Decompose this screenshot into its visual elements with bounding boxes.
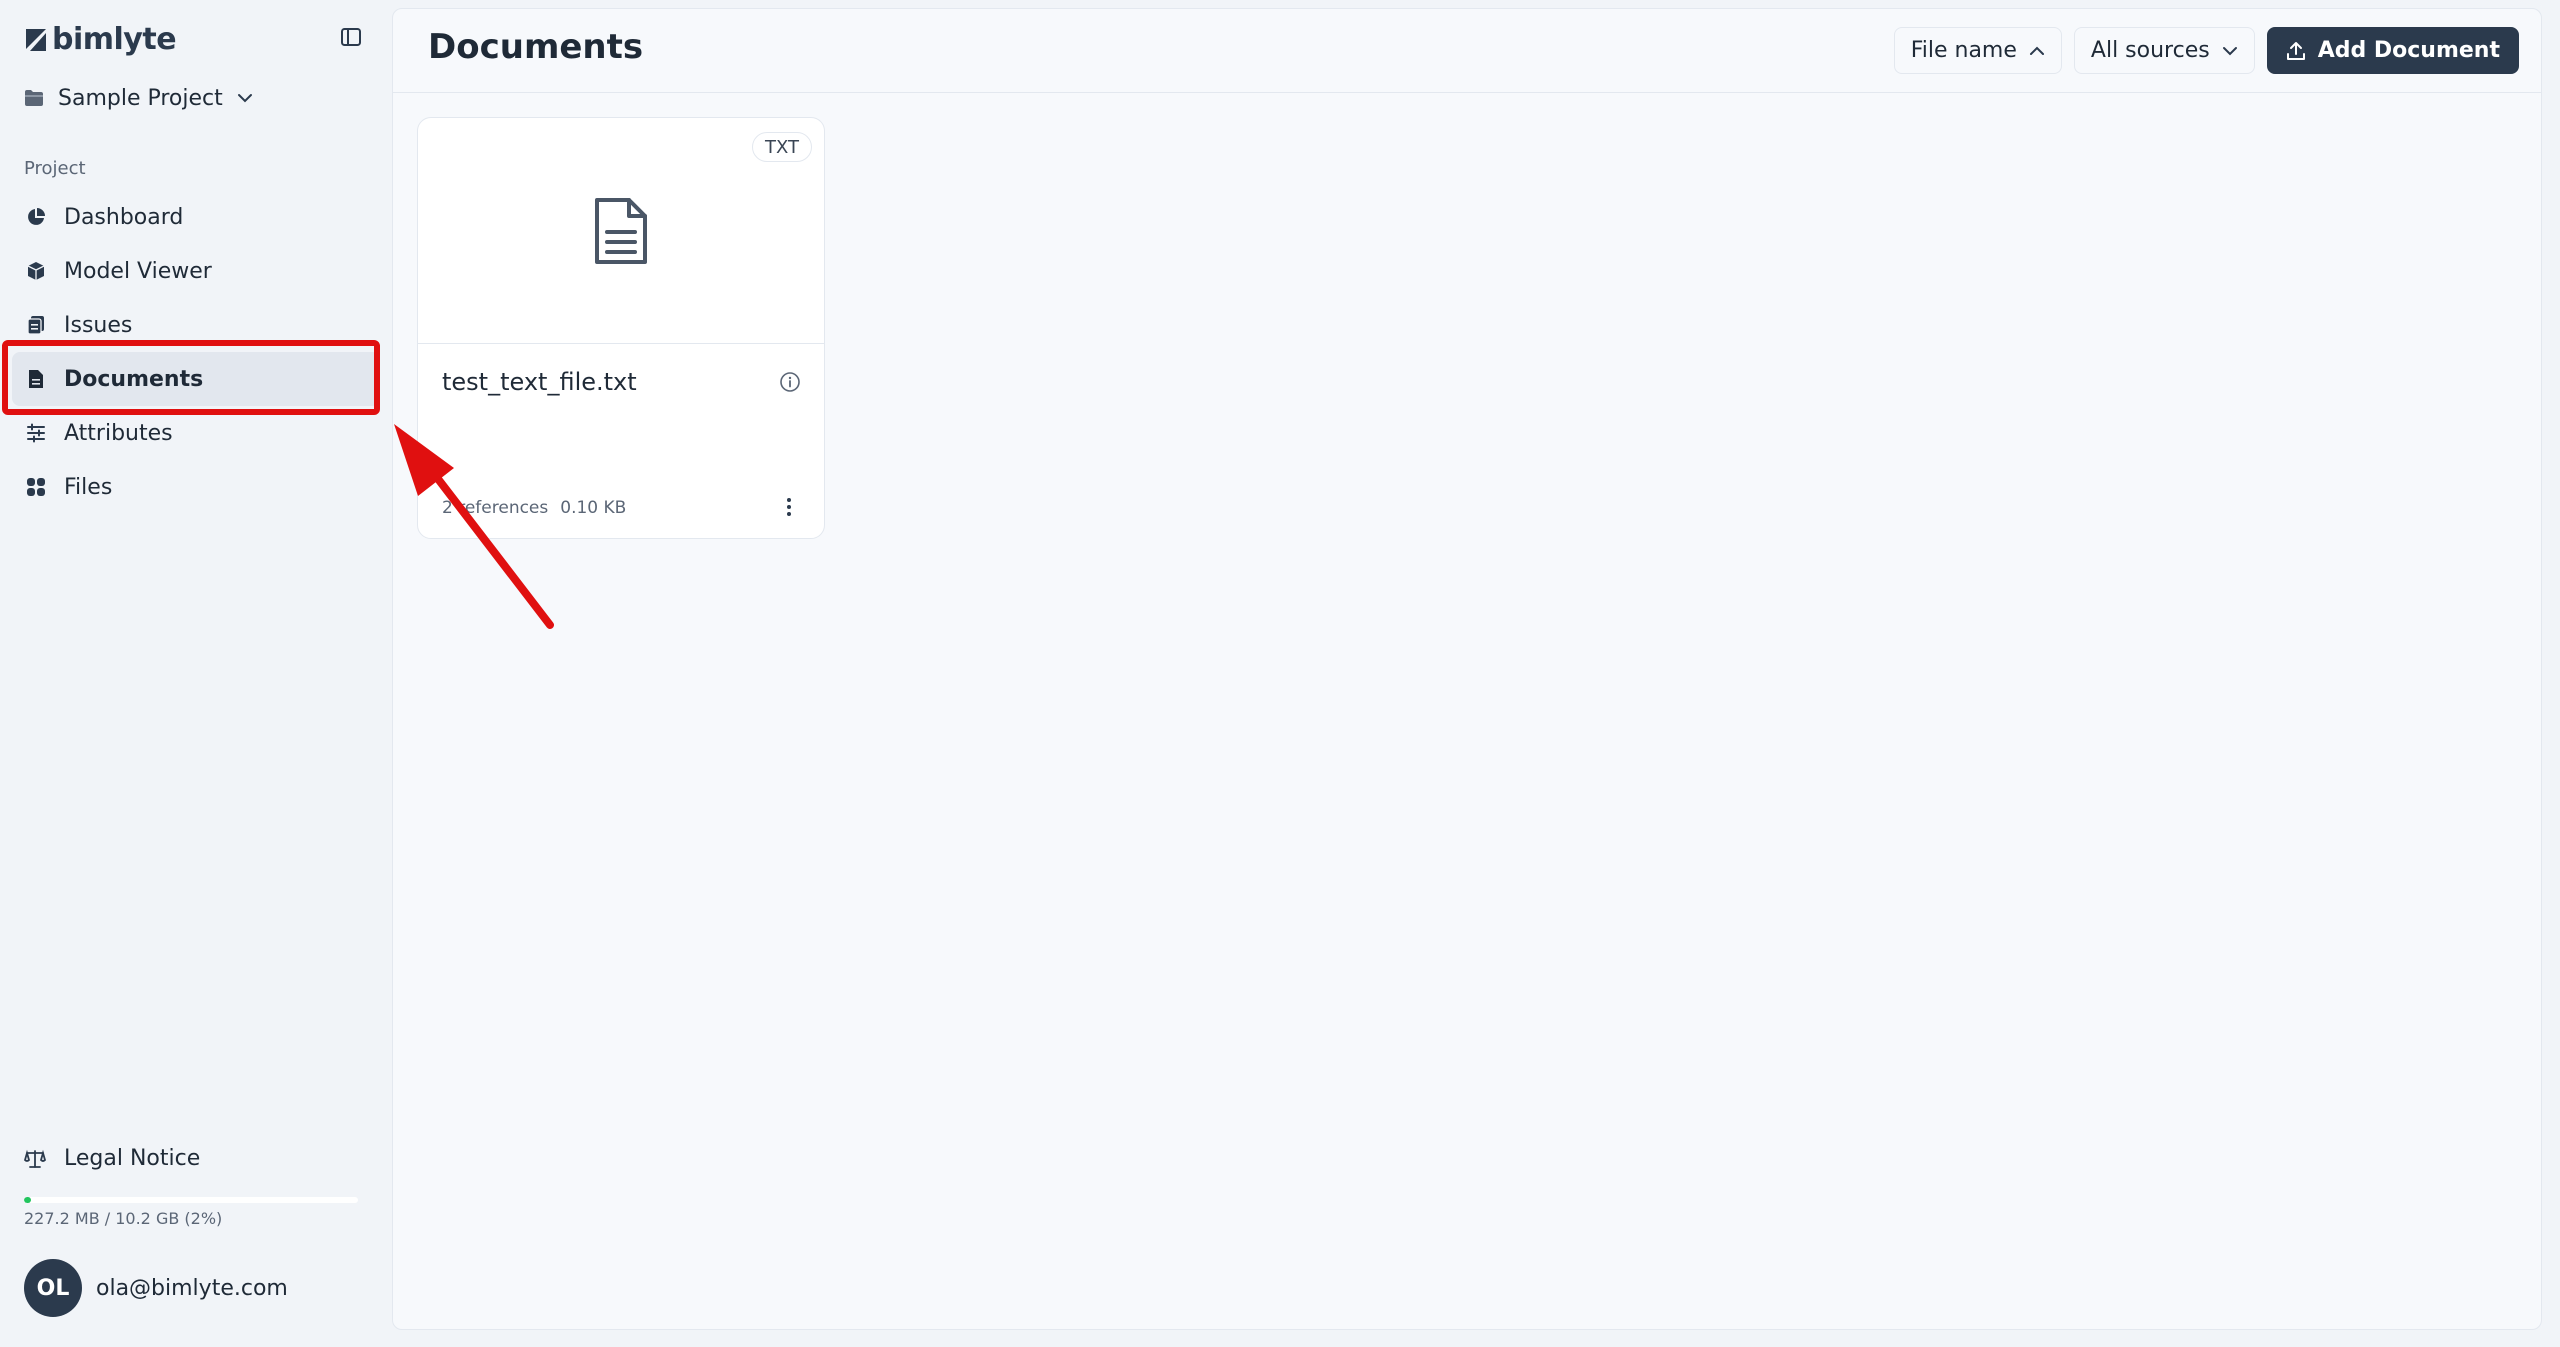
- pie-chart-icon: [26, 207, 46, 227]
- more-vertical-icon: [787, 498, 791, 516]
- bimlyte-logo-icon: [26, 28, 46, 51]
- document-name: test_text_file.txt: [442, 368, 637, 396]
- sort-by-button[interactable]: File name: [1893, 27, 2062, 74]
- project-selector[interactable]: Sample Project: [24, 80, 253, 116]
- sidebar-item-model-viewer[interactable]: Model Viewer: [12, 244, 380, 298]
- storage-usage-text: 227.2 MB / 10.2 GB (2%): [24, 1209, 223, 1228]
- document-meta: 2 references 0.10 KB: [442, 498, 626, 518]
- document-preview: TXT: [418, 118, 824, 344]
- app: bimlyte Sample Project Project Dashboard…: [0, 0, 2560, 1347]
- scale-icon: [24, 1149, 46, 1168]
- add-document-label: Add Document: [2317, 38, 2500, 63]
- sidebar: bimlyte Sample Project Project Dashboard…: [0, 0, 392, 1347]
- legal-notice-label: Legal Notice: [64, 1146, 201, 1171]
- sidebar-item-dashboard[interactable]: Dashboard: [12, 190, 380, 244]
- user-email: ola@bimlyte.com: [96, 1275, 288, 1301]
- legal-notice-link[interactable]: Legal Notice: [24, 1146, 200, 1171]
- brand-name: bimlyte: [52, 22, 177, 57]
- toolbar: File name All sources Add Document: [1893, 27, 2519, 74]
- source-filter-dropdown[interactable]: All sources: [2073, 27, 2255, 74]
- upload-icon: [2286, 41, 2305, 60]
- main-panel: Documents File name All sources Add Docu…: [392, 8, 2542, 1330]
- sliders-icon: [26, 423, 46, 443]
- sidebar-item-files[interactable]: Files: [12, 460, 380, 514]
- storage-progress-bar: [24, 1197, 358, 1203]
- info-icon: [780, 372, 800, 392]
- page-title: Documents: [428, 27, 644, 67]
- document-info-button[interactable]: [778, 370, 802, 394]
- sidebar-toggle-icon: [341, 28, 361, 46]
- document-references: 2 references: [442, 498, 549, 518]
- sidebar-item-label: Attributes: [64, 420, 173, 446]
- sidebar-item-label: Dashboard: [64, 204, 184, 230]
- sidebar-item-attributes[interactable]: Attributes: [12, 406, 380, 460]
- avatar: OL: [24, 1259, 82, 1317]
- file-type-badge: TXT: [751, 132, 812, 162]
- storage-progress-fill: [24, 1197, 31, 1203]
- brand-logo[interactable]: bimlyte: [24, 22, 177, 57]
- chevron-down-icon: [2222, 46, 2237, 55]
- chevron-up-icon: [2029, 46, 2044, 55]
- sidebar-item-label: Issues: [64, 312, 133, 338]
- clipboard-icon: [26, 315, 46, 335]
- sidebar-item-documents[interactable]: Documents: [12, 352, 380, 406]
- sidebar-item-label: Model Viewer: [64, 258, 212, 284]
- source-filter-label: All sources: [2090, 38, 2210, 63]
- document-icon: [26, 369, 46, 389]
- document-size: 0.10 KB: [560, 498, 627, 518]
- cube-icon: [26, 261, 46, 281]
- file-text-icon: [595, 197, 647, 264]
- user-menu[interactable]: OL ola@bimlyte.com: [24, 1259, 288, 1317]
- add-document-button[interactable]: Add Document: [2266, 27, 2519, 74]
- sidebar-collapse-button[interactable]: [338, 24, 364, 50]
- chevron-down-icon: [237, 94, 252, 103]
- sidebar-item-label: Files: [64, 474, 113, 500]
- sidebar-item-label: Documents: [64, 366, 204, 392]
- sidebar-nav: Dashboard Model Viewer Issues Documents …: [0, 190, 392, 514]
- sort-label: File name: [1910, 38, 2017, 63]
- folder-icon: [25, 90, 43, 106]
- document-card[interactable]: TXT test_text_file.txt 2 references 0.10…: [417, 117, 825, 539]
- project-name: Sample Project: [58, 85, 223, 111]
- section-label-project: Project: [24, 158, 86, 179]
- sidebar-item-issues[interactable]: Issues: [12, 298, 380, 352]
- document-more-button[interactable]: [778, 492, 800, 522]
- main-header: Documents File name All sources Add Docu…: [393, 9, 2541, 93]
- grid-icon: [26, 477, 46, 497]
